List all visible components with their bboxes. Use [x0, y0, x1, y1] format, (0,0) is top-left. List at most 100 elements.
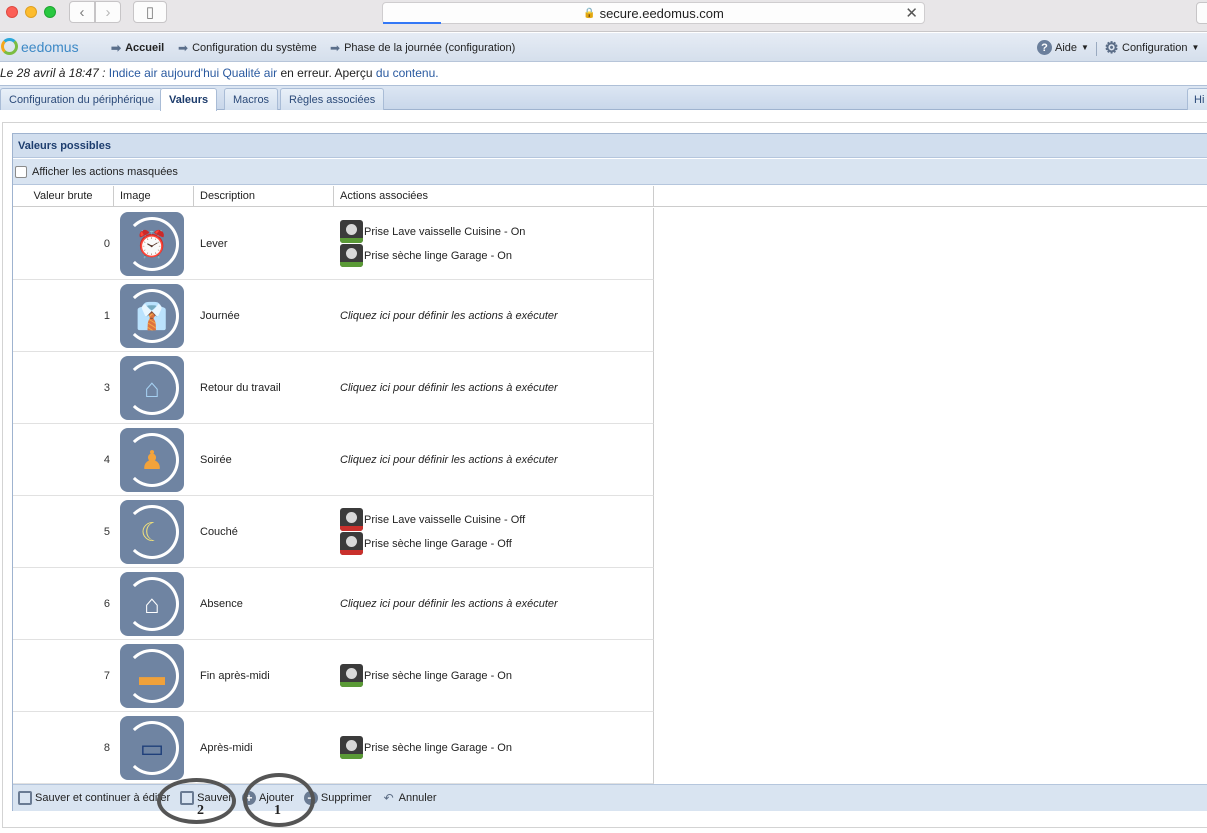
table-row[interactable]: 6 ⌂ Absence Cliquez ici pour définir les ac… [13, 568, 654, 640]
table-row[interactable]: 7 ▬ Fin après-midi Prise sèche linge Garage… [13, 640, 654, 712]
toolbar-button-right[interactable] [1196, 2, 1207, 24]
chevron-left-icon: ‹ [79, 3, 85, 21]
caret-down-icon: ▼ [1191, 43, 1200, 52]
notice-device-link[interactable]: Indice air aujourd'hui Qualité air [109, 66, 277, 80]
forward-button[interactable]: › [95, 1, 121, 23]
tab-macros[interactable]: Macros [224, 88, 279, 110]
close-window-button[interactable] [6, 6, 18, 18]
column-header-valeur-brute: Valeur brute [13, 186, 114, 207]
tab-historique[interactable]: Hi [1187, 88, 1207, 110]
arrow-right-icon: ➡ [178, 41, 189, 55]
action-item[interactable]: Prise sèche linge Garage - On [340, 736, 512, 760]
action-label: Prise sèche linge Garage - On [364, 669, 512, 682]
undo-icon: ↶ [383, 791, 394, 805]
table-row[interactable]: 8 ▭ Après-midi Prise sèche linge Garage - O… [13, 712, 654, 784]
tie-icon: 👔 [135, 301, 169, 331]
value-description[interactable]: Après-midi [200, 712, 253, 783]
table-row[interactable]: 0 ⏰ Lever Prise Lave vaisselle Cuisine - On… [13, 208, 654, 280]
circular-arrow-icon: ⌂ [125, 577, 179, 631]
annotation-number-2: 2 [197, 803, 204, 818]
notification-bar: Le 28 avril à 18:47 : Indice air aujourd… [0, 66, 439, 80]
action-item[interactable]: Prise Lave vaisselle Cuisine - Off [340, 508, 525, 532]
circular-arrow-icon: ▬ [125, 649, 179, 703]
house-icon: ⌂ [144, 373, 160, 403]
associated-actions[interactable]: Cliquez ici pour définir les actions à e… [340, 352, 558, 423]
value-image-button[interactable]: ▭ [120, 716, 184, 780]
raw-value: 0 [103, 237, 110, 250]
zoom-window-button[interactable] [44, 6, 56, 18]
show-hidden-actions-checkbox[interactable] [15, 165, 27, 178]
app-navbar: eedomus ➡ Accueil ➡ Configuration du systè… [0, 33, 1207, 62]
circular-arrow-icon: ⏰ [125, 217, 179, 271]
value-description[interactable]: Lever [200, 208, 228, 279]
circular-arrow-icon: ☾ [125, 505, 179, 559]
value-image-button[interactable]: ⌂ [120, 572, 184, 636]
associated-actions[interactable]: Cliquez ici pour définir les actions à e… [340, 280, 558, 351]
value-image-button[interactable]: ⌂ [120, 356, 184, 420]
value-image-button[interactable]: ⏰ [120, 212, 184, 276]
breadcrumb-phase-journee[interactable]: ➡ Phase de la journée (configuration) [330, 41, 515, 55]
minimize-window-button[interactable] [25, 6, 37, 18]
values-panel: Valeurs possibles Afficher les actions m… [12, 133, 1207, 811]
dishwasher-plug-icon [340, 220, 363, 243]
associated-actions[interactable]: Prise Lave vaisselle Cuisine - Off Prise … [340, 496, 525, 567]
tab-regles-associees[interactable]: Règles associées [280, 88, 385, 110]
chevron-right-icon: › [105, 3, 111, 21]
table-row[interactable]: 3 ⌂ Retour du travail Cliquez ici pour défi… [13, 352, 654, 424]
action-item[interactable]: Prise sèche linge Garage - On [340, 244, 525, 268]
action-label: Prise Lave vaisselle Cuisine - On [364, 225, 526, 238]
save-continue-button[interactable]: Sauver et continuer à éditer [18, 791, 170, 805]
stop-loading-icon[interactable]: ✕ [905, 4, 918, 22]
table-row[interactable]: 4 ♟ Soirée Cliquez ici pour définir les act… [13, 424, 654, 496]
associated-actions[interactable]: Prise Lave vaisselle Cuisine - On Prise s… [340, 208, 525, 279]
tab-valeurs[interactable]: Valeurs [160, 88, 218, 111]
raw-value: 4 [103, 453, 110, 466]
notice-date: Le 28 avril à 18:47 : [0, 66, 106, 80]
value-description[interactable]: Journée [200, 280, 240, 351]
tab-configuration-peripherique[interactable]: Configuration du périphérique [0, 88, 163, 110]
define-actions-link[interactable]: Cliquez ici pour définir les actions à e… [340, 382, 558, 394]
raw-value: 1 [103, 309, 110, 322]
cancel-button[interactable]: ↶ Annuler [382, 791, 437, 805]
sidebar-toggle-button[interactable]: ▯ [133, 1, 167, 23]
action-item[interactable]: Prise Lave vaisselle Cuisine - On [340, 220, 525, 244]
value-description[interactable]: Soirée [200, 424, 232, 495]
gear-icon: ⚙ [1104, 39, 1119, 57]
address-bar[interactable]: 🔒 secure.eedomus.com ✕ [382, 2, 925, 24]
raw-value: 8 [103, 741, 110, 754]
value-description[interactable]: Couché [200, 496, 238, 567]
action-label: Prise sèche linge Garage - Off [364, 537, 512, 550]
help-icon: ? [1037, 40, 1052, 55]
eedomus-logo[interactable]: eedomus [1, 38, 79, 55]
breadcrumb-accueil[interactable]: ➡ Accueil [111, 41, 164, 55]
show-hidden-actions-row[interactable]: Afficher les actions masquées [13, 159, 1207, 185]
configuration-menu[interactable]: ⚙ Configuration ▼ [1104, 39, 1200, 57]
define-actions-link[interactable]: Cliquez ici pour définir les actions à e… [340, 598, 558, 610]
define-actions-link[interactable]: Cliquez ici pour définir les actions à e… [340, 310, 558, 322]
notice-content-link[interactable]: du contenu. [376, 66, 439, 80]
value-description[interactable]: Fin après-midi [200, 640, 270, 711]
breadcrumb-configuration-systeme[interactable]: ➡ Configuration du système [178, 41, 317, 55]
table-row[interactable]: 1 👔 Journée Cliquez ici pour définir les ac… [13, 280, 654, 352]
table-row[interactable]: 5 ☾ Couché Prise Lave vaisselle Cuisine - O… [13, 496, 654, 568]
action-item[interactable]: Prise sèche linge Garage - On [340, 664, 512, 688]
column-header-actions: Actions associées [334, 186, 654, 207]
sidebar-icon: ▯ [145, 4, 155, 21]
menu-divider [1096, 42, 1097, 56]
associated-actions[interactable]: Cliquez ici pour définir les actions à e… [340, 568, 558, 639]
house-lock-icon: ⌂ [144, 589, 160, 619]
back-button[interactable]: ‹ [69, 1, 95, 23]
define-actions-link[interactable]: Cliquez ici pour définir les actions à e… [340, 454, 558, 466]
associated-actions[interactable]: Prise sèche linge Garage - On [340, 640, 512, 711]
value-image-button[interactable]: ♟ [120, 428, 184, 492]
value-image-button[interactable]: 👔 [120, 284, 184, 348]
circular-arrow-icon: 👔 [125, 289, 179, 343]
value-image-button[interactable]: ☾ [120, 500, 184, 564]
value-description[interactable]: Absence [200, 568, 243, 639]
value-description[interactable]: Retour du travail [200, 352, 281, 423]
help-menu[interactable]: ? Aide ▼ [1037, 40, 1089, 55]
action-item[interactable]: Prise sèche linge Garage - Off [340, 532, 525, 556]
value-image-button[interactable]: ▬ [120, 644, 184, 708]
associated-actions[interactable]: Prise sèche linge Garage - On [340, 712, 512, 783]
associated-actions[interactable]: Cliquez ici pour définir les actions à e… [340, 424, 558, 495]
